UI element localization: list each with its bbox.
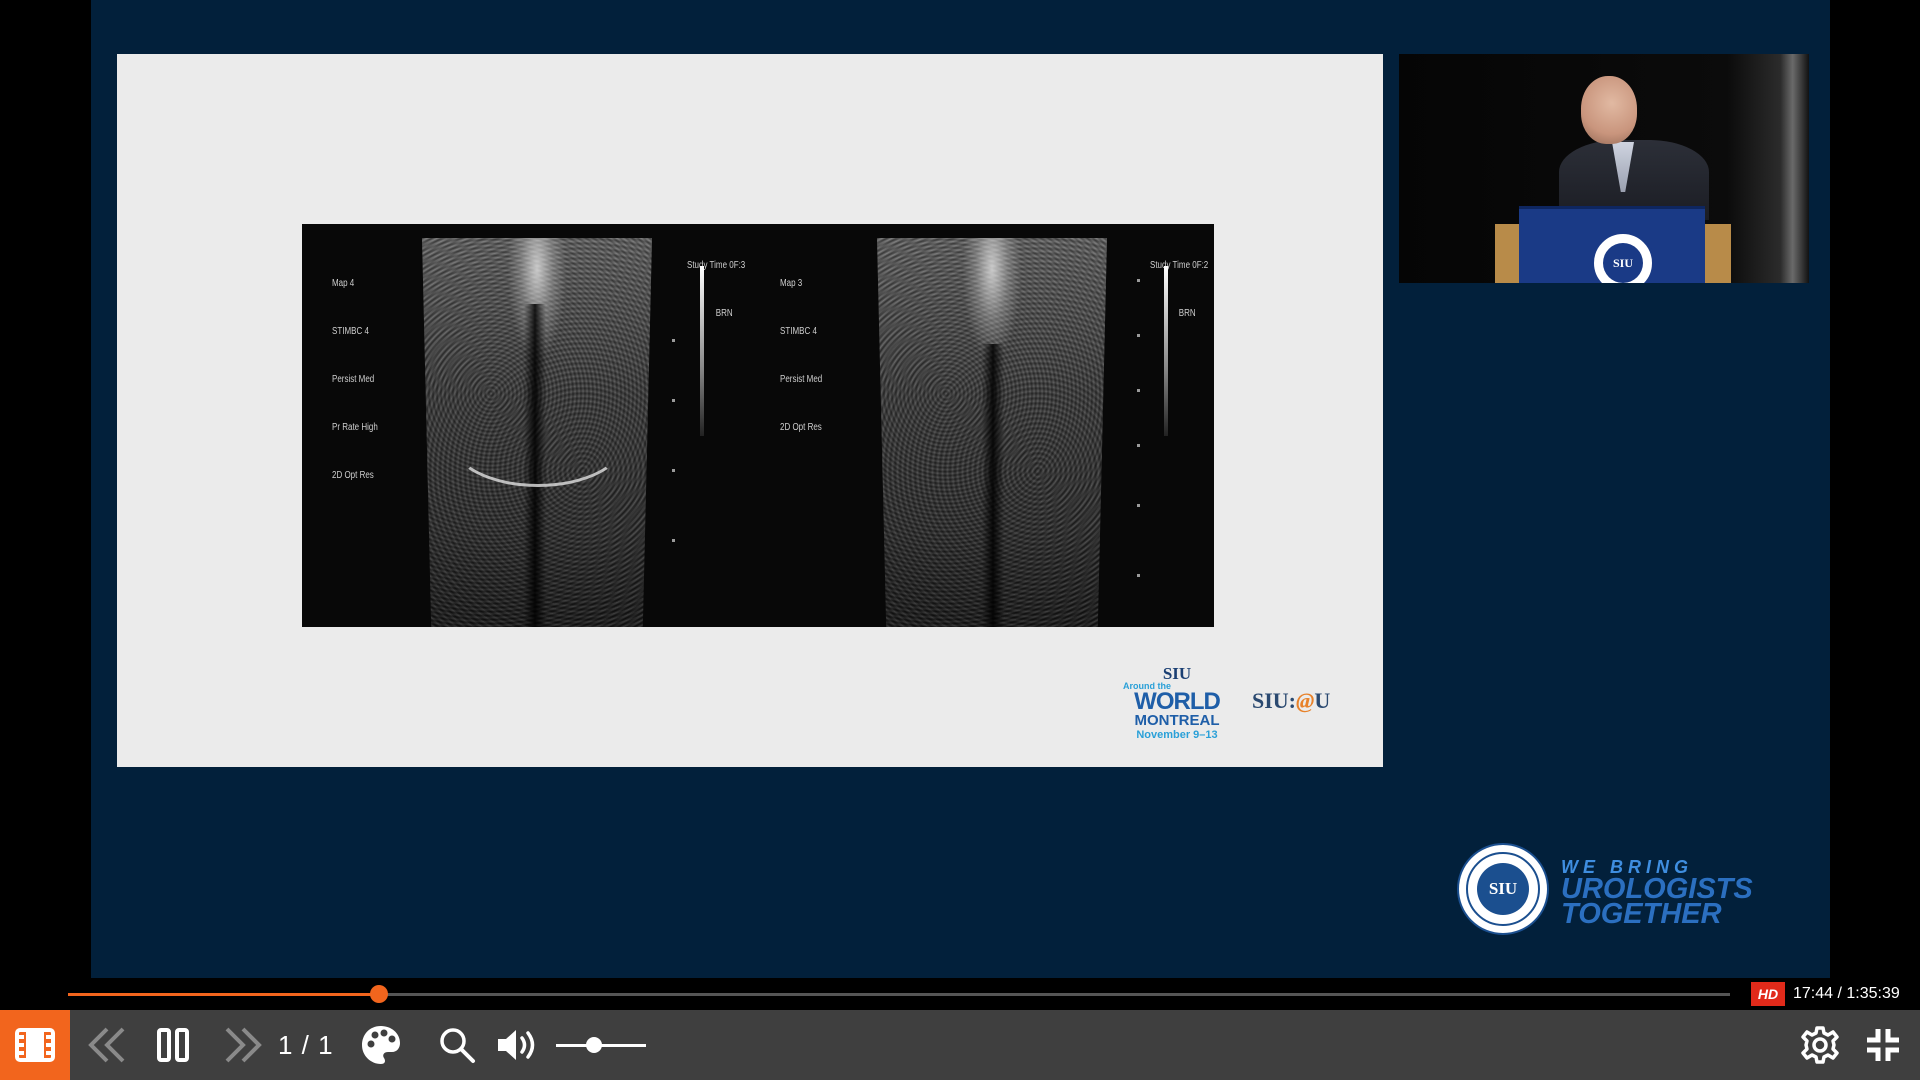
seek-bar[interactable] [68,985,1730,1003]
palette-icon [362,1026,400,1064]
hd-quality-badge[interactable]: HD [1751,982,1785,1006]
seek-bar-played [68,993,380,996]
exit-fullscreen-icon [1867,1029,1899,1061]
previous-slide-button[interactable] [82,1010,132,1080]
speaker-icon [498,1030,535,1060]
ultrasound-right-tick [1137,574,1140,577]
exit-fullscreen-button[interactable] [1858,1010,1908,1080]
ultrasound-right-tick [1137,334,1140,337]
gear-icon [1801,1026,1839,1064]
ultrasound-left-arc [450,394,626,487]
ultrasound-right-tick [1137,389,1140,392]
slides-toggle-button[interactable] [0,1010,70,1080]
ultrasound-left-tick [672,539,675,542]
double-chevron-left-icon [88,1027,125,1063]
player-stage: Map 4 STIMBC 4 Persist Med Pr Rate High … [0,0,1920,1080]
search-icon [440,1028,475,1063]
film-strip-icon [15,1028,55,1062]
ultrasound-right-tick [1137,504,1140,507]
speaker-head [1581,76,1637,144]
theme-button[interactable] [358,1010,404,1080]
podium-side-left [1495,224,1521,283]
ultrasound-left-tick [672,339,675,342]
ultrasound-left-study-time: Study Time 0F:3 BRN [687,260,746,319]
siu-seal-logo: SIU [1457,843,1549,935]
podium: SIU [1519,206,1705,283]
ultrasound-left-tick [672,399,675,402]
podium-seal: SIU [1591,231,1655,283]
ultrasound-right-tick [1137,444,1140,447]
volume-button[interactable] [494,1010,544,1080]
control-bar: 1 / 1 [0,1010,1920,1080]
siu-world-montreal-logo: SIU Around the WORLD MONTREAL November 9… [1123,664,1221,741]
brand-tagline: WE BRING UROLOGISTS TOGETHER [1561,857,1753,930]
pause-button[interactable] [150,1010,196,1080]
ultrasound-right-study-time: Study Time 0F:2 BRN [1150,260,1209,319]
progress-row: HD 17:44 / 1:35:39 [0,978,1920,1010]
volume-slider[interactable] [556,1037,646,1053]
time-readout: 17:44 / 1:35:39 [1793,985,1900,1002]
siu-branding: SIU WE BRING UROLOGISTS TOGETHER [1457,843,1777,938]
speaker-video[interactable]: SIU [1399,54,1809,283]
next-slide-button[interactable] [218,1010,268,1080]
ultrasound-right-settings: Map 3 STIMBC 4 Persist Med 2D Opt Res [780,278,823,433]
search-button[interactable] [434,1010,480,1080]
ultrasound-left-tick [672,469,675,472]
presentation-slide: Map 4 STIMBC 4 Persist Med Pr Rate High … [117,54,1383,767]
settings-button[interactable] [1795,1010,1845,1080]
seek-handle[interactable] [370,985,389,1003]
ultrasound-left-grayscale [700,266,704,436]
volume-handle[interactable] [585,1037,602,1053]
podium-side-right [1705,224,1731,283]
ultrasound-left-settings: Map 4 STIMBC 4 Persist Med Pr Rate High … [332,278,378,481]
ultrasound-right-tick [1137,279,1140,282]
ultrasound-right-grayscale [1164,266,1168,436]
double-chevron-right-icon [225,1027,262,1063]
siu-at-u-logo: SIU:@U [1252,688,1331,713]
ultrasound-image: Map 4 STIMBC 4 Persist Med Pr Rate High … [302,224,1214,627]
slide-page-indicator: 1 / 1 [278,1029,334,1060]
ultrasound-right-shadow [982,344,1004,627]
pause-icon [157,1028,189,1062]
